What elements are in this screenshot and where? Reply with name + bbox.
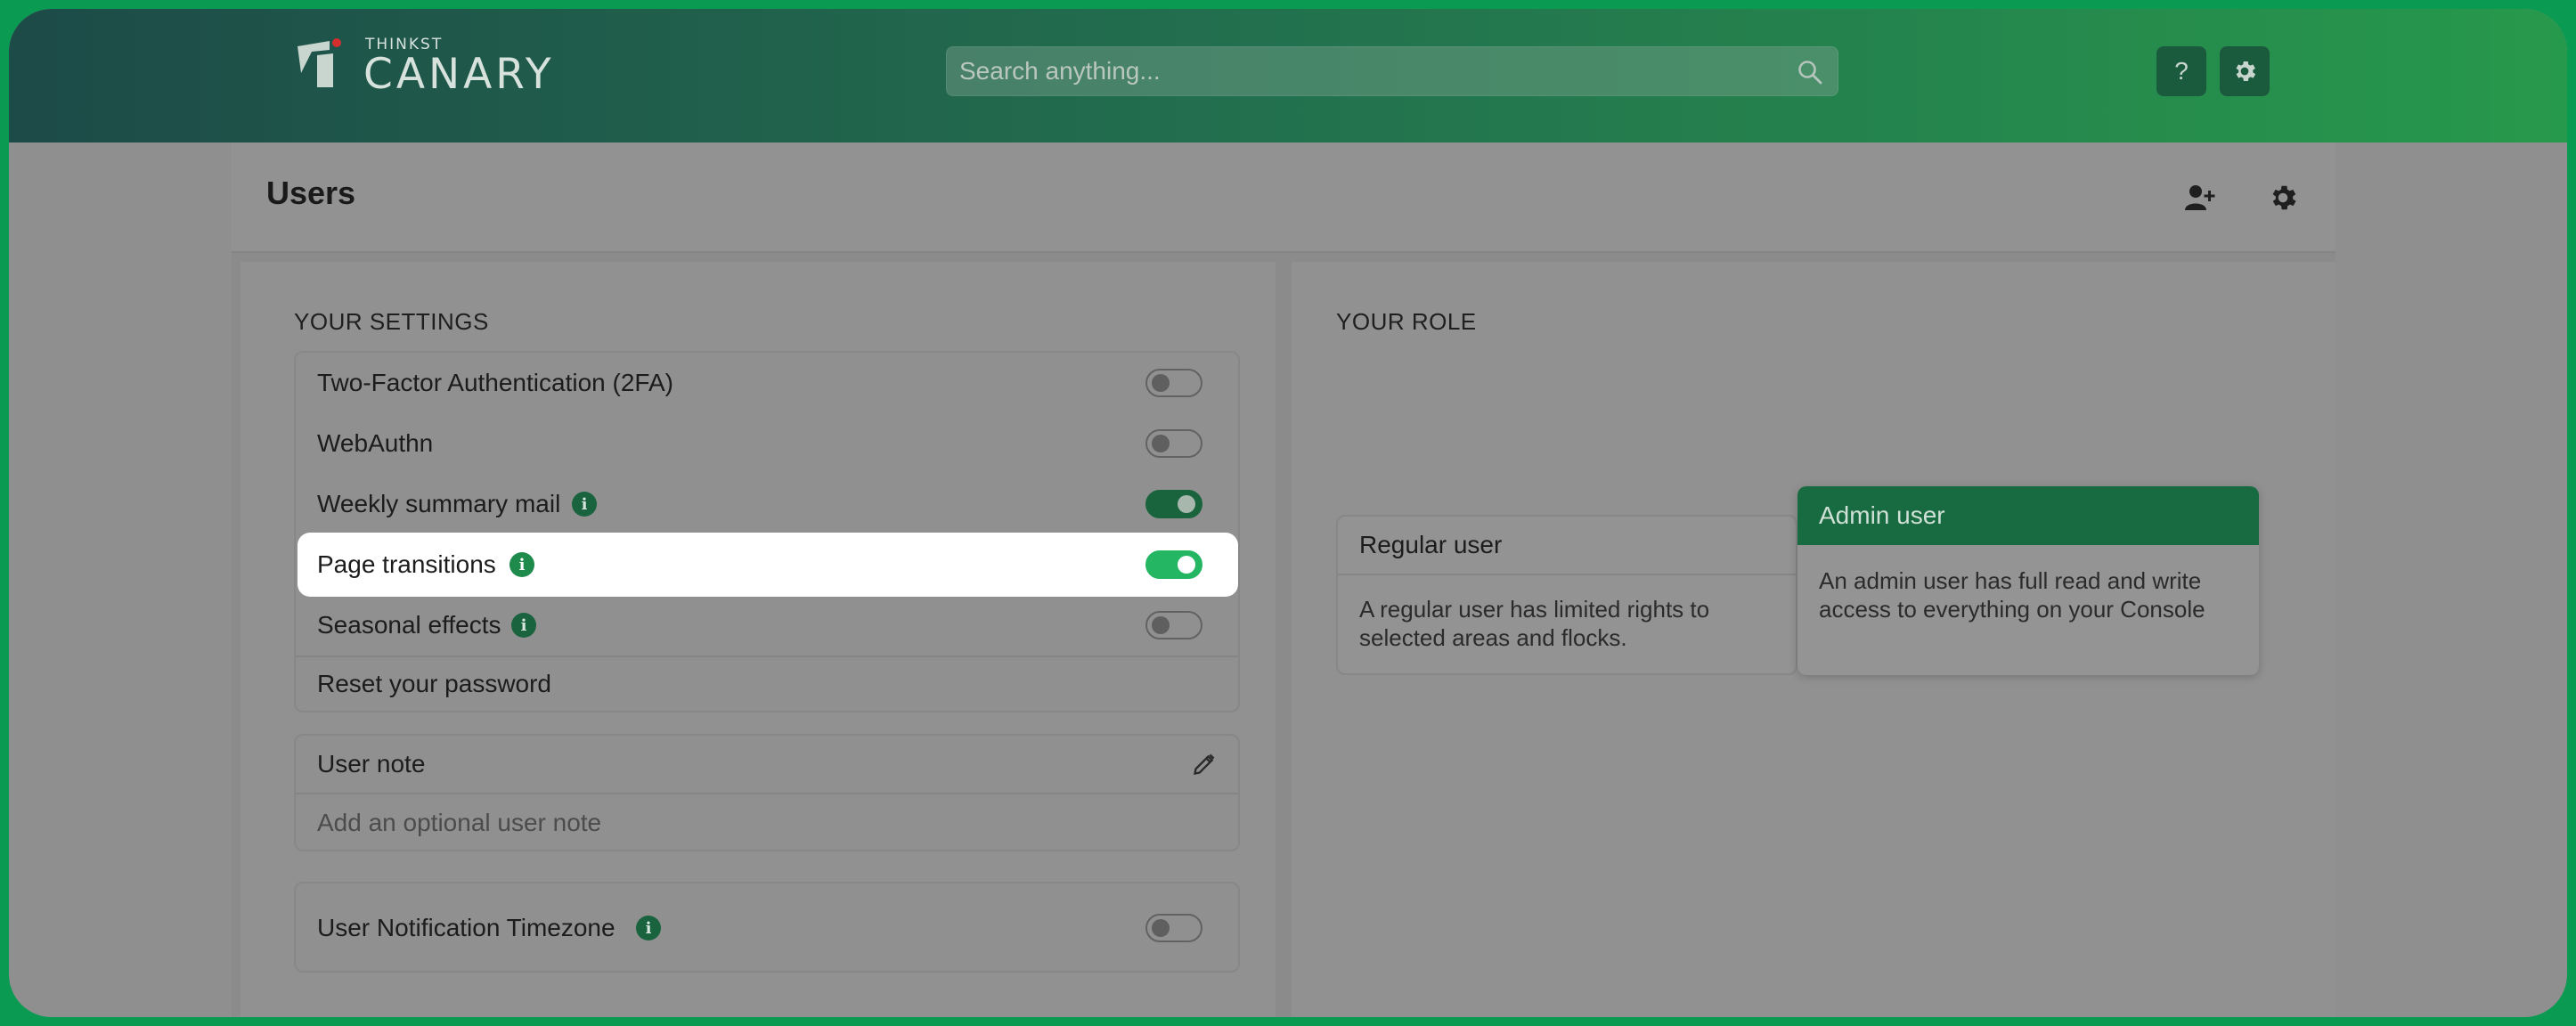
canary-logo-icon	[298, 38, 341, 87]
role-description-admin: An admin user has full read and write ac…	[1819, 567, 2205, 623]
toggle-seasonal-effects[interactable]	[1145, 611, 1202, 639]
page-title: Users	[266, 175, 356, 211]
timezone-row[interactable]: User Notification Timezone i	[296, 898, 1238, 958]
info-icon[interactable]: i	[636, 916, 661, 940]
toggle-timezone[interactable]	[1145, 914, 1202, 942]
role-section-title: YOUR ROLE	[1336, 308, 1477, 335]
user-note-input-row[interactable]: Add an optional user note	[296, 794, 1238, 851]
toggle-2fa[interactable]	[1145, 369, 1202, 397]
reset-password-link[interactable]: Reset your password	[317, 670, 551, 698]
user-note-card: User note Add an optional user note	[294, 734, 1240, 851]
setting-label-weekly-summary: Weekly summary mail	[317, 490, 561, 517]
toggle-knob	[1152, 919, 1170, 937]
toggle-knob	[1152, 374, 1170, 392]
settings-section-title: YOUR SETTINGS	[294, 308, 489, 335]
setting-label-page-transitions: Page transitions	[317, 550, 496, 578]
role-card-admin[interactable]: Admin user An admin user has full read a…	[1797, 486, 2259, 675]
reset-password-row[interactable]: Reset your password	[296, 656, 1238, 712]
top-header: THINKST CANARY ?	[9, 9, 2567, 142]
search-icon[interactable]	[1797, 59, 1823, 86]
toggle-knob	[1152, 616, 1170, 634]
help-button[interactable]: ?	[2156, 46, 2206, 96]
pencil-icon[interactable]	[1192, 752, 1217, 777]
settings-panel: YOUR SETTINGS Two-Factor Authentication …	[240, 262, 1276, 1017]
timezone-card: User Notification Timezone i	[294, 882, 1240, 973]
timezone-label: User Notification Timezone	[317, 914, 615, 941]
toggle-page-transitions[interactable]	[1145, 550, 1202, 579]
gear-icon	[2236, 61, 2256, 81]
user-note-title: User note	[317, 750, 426, 778]
canary-logo[interactable]: THINKST CANARY	[294, 30, 632, 99]
role-description-regular: A regular user has limited rights to sel…	[1359, 596, 1710, 651]
setting-label-2fa: Two-Factor Authentication (2FA)	[317, 369, 673, 396]
setting-row-webauthn[interactable]: WebAuthn	[296, 413, 1238, 474]
role-title-regular: Regular user	[1338, 517, 1796, 575]
setting-label-webauthn: WebAuthn	[317, 429, 434, 457]
settings-card: Two-Factor Authentication (2FA) WebAuthn…	[294, 351, 1240, 712]
info-icon[interactable]: i	[511, 613, 536, 638]
user-note-placeholder[interactable]: Add an optional user note	[317, 809, 601, 837]
page-titlebar: Users	[232, 142, 2336, 253]
toggle-weekly-summary[interactable]	[1145, 490, 1202, 518]
search-box[interactable]	[946, 46, 1838, 96]
user-note-header: User note	[296, 736, 1238, 793]
app-frame: THINKST CANARY ? Users	[9, 9, 2567, 1017]
global-settings-button[interactable]	[2220, 46, 2270, 96]
logo-big-text: CANARY	[363, 50, 555, 99]
toggle-knob	[1178, 495, 1195, 513]
add-user-icon[interactable]	[2184, 182, 2216, 214]
users-page: Users YOUR SETTINGS Two-Factor Authentic…	[232, 142, 2336, 1017]
info-icon[interactable]: i	[572, 492, 597, 517]
setting-row-seasonal-effects[interactable]: Seasonal effects i	[296, 595, 1238, 656]
setting-row-weekly-summary[interactable]: Weekly summary mail i	[296, 474, 1238, 534]
role-panel: YOUR ROLE Regular user A regular user ha…	[1292, 262, 2336, 1017]
search-input[interactable]	[959, 47, 1797, 95]
setting-label-seasonal-effects: Seasonal effects	[317, 611, 501, 639]
settings-icon[interactable]	[2267, 182, 2299, 214]
help-icon: ?	[2174, 57, 2189, 85]
toggle-webauthn[interactable]	[1145, 429, 1202, 458]
setting-row-2fa[interactable]: Two-Factor Authentication (2FA)	[296, 353, 1238, 413]
role-card-regular[interactable]: Regular user A regular user has limited …	[1336, 515, 1797, 675]
toggle-knob	[1152, 435, 1170, 452]
info-icon[interactable]: i	[509, 552, 534, 577]
setting-row-page-transitions[interactable]: Page transitions i	[296, 534, 1238, 595]
toggle-knob	[1178, 556, 1195, 574]
role-title-admin: Admin user	[1797, 486, 2259, 545]
